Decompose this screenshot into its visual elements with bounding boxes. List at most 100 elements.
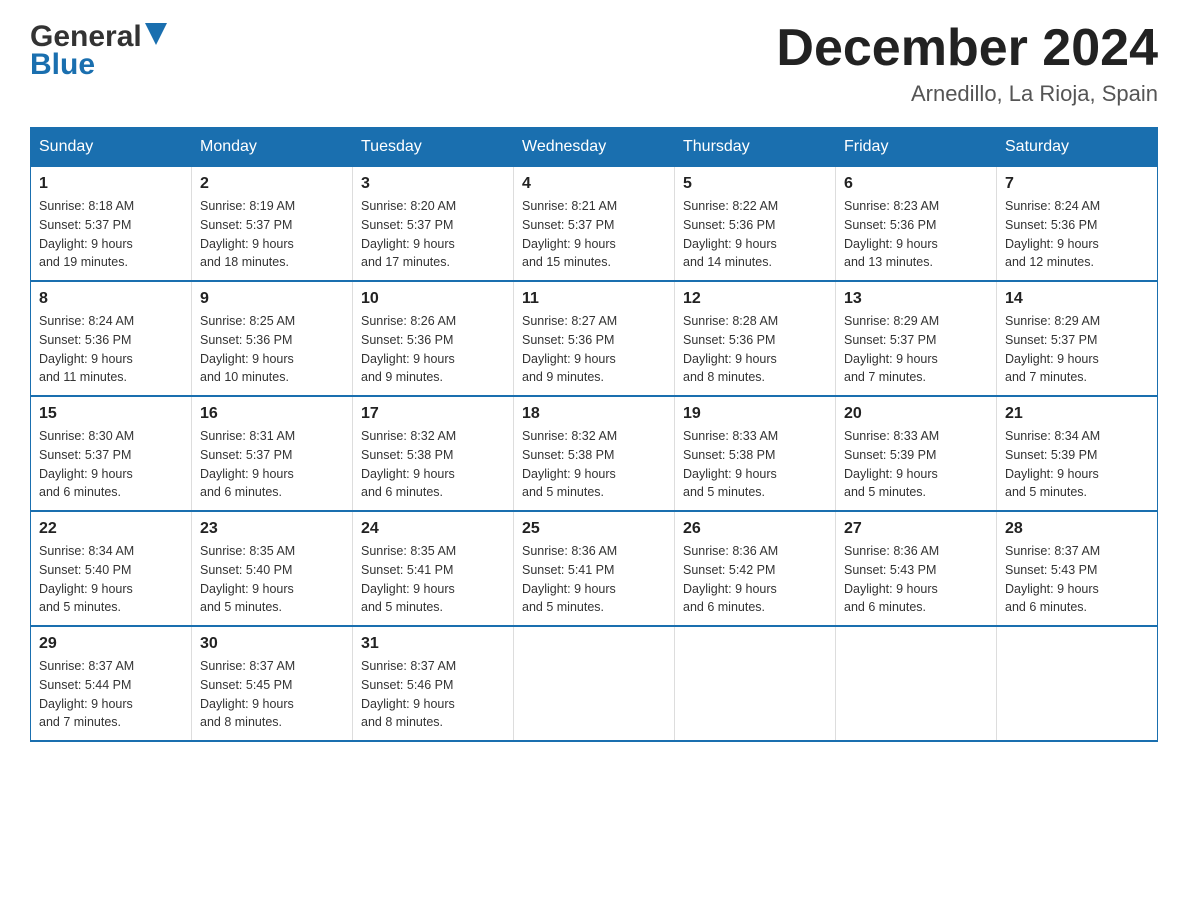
calendar-day-cell: 6 Sunrise: 8:23 AM Sunset: 5:36 PM Dayli… <box>836 167 997 282</box>
day-number: 4 <box>522 175 666 193</box>
day-number: 5 <box>683 175 827 193</box>
day-number: 28 <box>1005 520 1149 538</box>
calendar-day-cell: 11 Sunrise: 8:27 AM Sunset: 5:36 PM Dayl… <box>514 281 675 396</box>
day-number: 14 <box>1005 290 1149 308</box>
calendar-day-cell: 4 Sunrise: 8:21 AM Sunset: 5:37 PM Dayli… <box>514 167 675 282</box>
day-info: Sunrise: 8:37 AM Sunset: 5:45 PM Dayligh… <box>200 657 344 732</box>
day-number: 19 <box>683 405 827 423</box>
day-number: 1 <box>39 175 183 193</box>
day-number: 20 <box>844 405 988 423</box>
calendar-day-cell: 23 Sunrise: 8:35 AM Sunset: 5:40 PM Dayl… <box>192 511 353 626</box>
day-info: Sunrise: 8:33 AM Sunset: 5:39 PM Dayligh… <box>844 427 988 502</box>
calendar-day-cell <box>997 626 1158 741</box>
logo-triangle-icon <box>145 23 167 45</box>
calendar-day-cell: 27 Sunrise: 8:36 AM Sunset: 5:43 PM Dayl… <box>836 511 997 626</box>
calendar-day-cell: 30 Sunrise: 8:37 AM Sunset: 5:45 PM Dayl… <box>192 626 353 741</box>
calendar-day-cell: 19 Sunrise: 8:33 AM Sunset: 5:38 PM Dayl… <box>675 396 836 511</box>
calendar-day-cell: 31 Sunrise: 8:37 AM Sunset: 5:46 PM Dayl… <box>353 626 514 741</box>
calendar-day-cell: 29 Sunrise: 8:37 AM Sunset: 5:44 PM Dayl… <box>31 626 192 741</box>
calendar-day-cell: 13 Sunrise: 8:29 AM Sunset: 5:37 PM Dayl… <box>836 281 997 396</box>
calendar-day-cell: 8 Sunrise: 8:24 AM Sunset: 5:36 PM Dayli… <box>31 281 192 396</box>
calendar-week-row: 8 Sunrise: 8:24 AM Sunset: 5:36 PM Dayli… <box>31 281 1158 396</box>
day-number: 15 <box>39 405 183 423</box>
day-info: Sunrise: 8:32 AM Sunset: 5:38 PM Dayligh… <box>522 427 666 502</box>
day-info: Sunrise: 8:31 AM Sunset: 5:37 PM Dayligh… <box>200 427 344 502</box>
calendar-table: SundayMondayTuesdayWednesdayThursdayFrid… <box>30 127 1158 742</box>
day-number: 26 <box>683 520 827 538</box>
calendar-day-cell: 5 Sunrise: 8:22 AM Sunset: 5:36 PM Dayli… <box>675 167 836 282</box>
day-info: Sunrise: 8:21 AM Sunset: 5:37 PM Dayligh… <box>522 197 666 272</box>
day-info: Sunrise: 8:29 AM Sunset: 5:37 PM Dayligh… <box>1005 312 1149 387</box>
day-number: 31 <box>361 635 505 653</box>
day-number: 8 <box>39 290 183 308</box>
day-number: 6 <box>844 175 988 193</box>
calendar-day-cell: 24 Sunrise: 8:35 AM Sunset: 5:41 PM Dayl… <box>353 511 514 626</box>
day-info: Sunrise: 8:27 AM Sunset: 5:36 PM Dayligh… <box>522 312 666 387</box>
day-number: 29 <box>39 635 183 653</box>
day-info: Sunrise: 8:37 AM Sunset: 5:46 PM Dayligh… <box>361 657 505 732</box>
calendar-week-row: 1 Sunrise: 8:18 AM Sunset: 5:37 PM Dayli… <box>31 167 1158 282</box>
calendar-week-row: 22 Sunrise: 8:34 AM Sunset: 5:40 PM Dayl… <box>31 511 1158 626</box>
calendar-day-cell: 20 Sunrise: 8:33 AM Sunset: 5:39 PM Dayl… <box>836 396 997 511</box>
day-number: 25 <box>522 520 666 538</box>
day-info: Sunrise: 8:35 AM Sunset: 5:40 PM Dayligh… <box>200 542 344 617</box>
day-info: Sunrise: 8:25 AM Sunset: 5:36 PM Dayligh… <box>200 312 344 387</box>
day-info: Sunrise: 8:36 AM Sunset: 5:41 PM Dayligh… <box>522 542 666 617</box>
day-info: Sunrise: 8:26 AM Sunset: 5:36 PM Dayligh… <box>361 312 505 387</box>
calendar-day-cell: 2 Sunrise: 8:19 AM Sunset: 5:37 PM Dayli… <box>192 167 353 282</box>
calendar-day-cell: 22 Sunrise: 8:34 AM Sunset: 5:40 PM Dayl… <box>31 511 192 626</box>
day-number: 9 <box>200 290 344 308</box>
day-info: Sunrise: 8:30 AM Sunset: 5:37 PM Dayligh… <box>39 427 183 502</box>
day-number: 24 <box>361 520 505 538</box>
header-wednesday: Wednesday <box>514 128 675 167</box>
day-info: Sunrise: 8:37 AM Sunset: 5:43 PM Dayligh… <box>1005 542 1149 617</box>
calendar-header-row: SundayMondayTuesdayWednesdayThursdayFrid… <box>31 128 1158 167</box>
day-info: Sunrise: 8:36 AM Sunset: 5:42 PM Dayligh… <box>683 542 827 617</box>
day-info: Sunrise: 8:35 AM Sunset: 5:41 PM Dayligh… <box>361 542 505 617</box>
day-info: Sunrise: 8:37 AM Sunset: 5:44 PM Dayligh… <box>39 657 183 732</box>
logo: General Blue <box>30 20 167 82</box>
calendar-day-cell: 12 Sunrise: 8:28 AM Sunset: 5:36 PM Dayl… <box>675 281 836 396</box>
day-info: Sunrise: 8:36 AM Sunset: 5:43 PM Dayligh… <box>844 542 988 617</box>
calendar-day-cell: 18 Sunrise: 8:32 AM Sunset: 5:38 PM Dayl… <box>514 396 675 511</box>
calendar-day-cell: 1 Sunrise: 8:18 AM Sunset: 5:37 PM Dayli… <box>31 167 192 282</box>
calendar-day-cell: 25 Sunrise: 8:36 AM Sunset: 5:41 PM Dayl… <box>514 511 675 626</box>
calendar-day-cell: 10 Sunrise: 8:26 AM Sunset: 5:36 PM Dayl… <box>353 281 514 396</box>
day-number: 16 <box>200 405 344 423</box>
day-info: Sunrise: 8:33 AM Sunset: 5:38 PM Dayligh… <box>683 427 827 502</box>
location-subtitle: Arnedillo, La Rioja, Spain <box>776 81 1158 107</box>
header-monday: Monday <box>192 128 353 167</box>
day-info: Sunrise: 8:28 AM Sunset: 5:36 PM Dayligh… <box>683 312 827 387</box>
header-tuesday: Tuesday <box>353 128 514 167</box>
day-number: 13 <box>844 290 988 308</box>
calendar-day-cell: 15 Sunrise: 8:30 AM Sunset: 5:37 PM Dayl… <box>31 396 192 511</box>
header-friday: Friday <box>836 128 997 167</box>
calendar-day-cell <box>675 626 836 741</box>
day-info: Sunrise: 8:22 AM Sunset: 5:36 PM Dayligh… <box>683 197 827 272</box>
calendar-day-cell: 28 Sunrise: 8:37 AM Sunset: 5:43 PM Dayl… <box>997 511 1158 626</box>
calendar-day-cell: 17 Sunrise: 8:32 AM Sunset: 5:38 PM Dayl… <box>353 396 514 511</box>
day-number: 27 <box>844 520 988 538</box>
day-info: Sunrise: 8:23 AM Sunset: 5:36 PM Dayligh… <box>844 197 988 272</box>
month-year-title: December 2024 <box>776 20 1158 77</box>
day-number: 7 <box>1005 175 1149 193</box>
day-number: 22 <box>39 520 183 538</box>
calendar-day-cell: 7 Sunrise: 8:24 AM Sunset: 5:36 PM Dayli… <box>997 167 1158 282</box>
day-number: 3 <box>361 175 505 193</box>
calendar-day-cell: 9 Sunrise: 8:25 AM Sunset: 5:36 PM Dayli… <box>192 281 353 396</box>
calendar-day-cell: 26 Sunrise: 8:36 AM Sunset: 5:42 PM Dayl… <box>675 511 836 626</box>
header-thursday: Thursday <box>675 128 836 167</box>
title-block: December 2024 Arnedillo, La Rioja, Spain <box>776 20 1158 107</box>
day-info: Sunrise: 8:20 AM Sunset: 5:37 PM Dayligh… <box>361 197 505 272</box>
day-info: Sunrise: 8:34 AM Sunset: 5:40 PM Dayligh… <box>39 542 183 617</box>
day-info: Sunrise: 8:34 AM Sunset: 5:39 PM Dayligh… <box>1005 427 1149 502</box>
day-info: Sunrise: 8:24 AM Sunset: 5:36 PM Dayligh… <box>1005 197 1149 272</box>
day-number: 10 <box>361 290 505 308</box>
calendar-week-row: 15 Sunrise: 8:30 AM Sunset: 5:37 PM Dayl… <box>31 396 1158 511</box>
day-number: 18 <box>522 405 666 423</box>
day-info: Sunrise: 8:18 AM Sunset: 5:37 PM Dayligh… <box>39 197 183 272</box>
day-number: 21 <box>1005 405 1149 423</box>
calendar-day-cell: 14 Sunrise: 8:29 AM Sunset: 5:37 PM Dayl… <box>997 281 1158 396</box>
day-number: 11 <box>522 290 666 308</box>
day-number: 30 <box>200 635 344 653</box>
